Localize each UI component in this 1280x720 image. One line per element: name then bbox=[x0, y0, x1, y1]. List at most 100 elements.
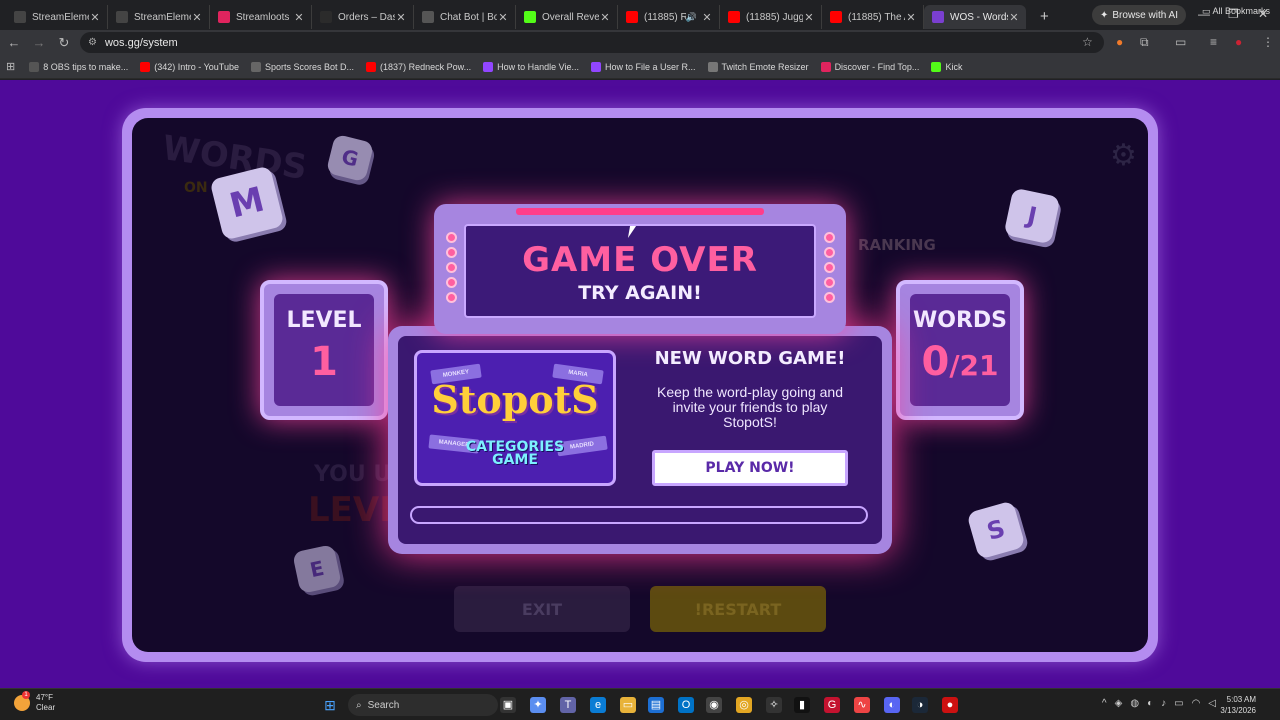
close-tab-icon[interactable]: ✕ bbox=[701, 11, 713, 24]
tray-app-icon[interactable]: ◍ bbox=[1130, 698, 1139, 709]
tile-letter: G bbox=[339, 144, 361, 172]
tab-3[interactable]: Orders – Dashb✕ bbox=[312, 5, 414, 29]
bookmark-item[interactable]: Discover - Find Top... bbox=[820, 61, 919, 72]
app-icon[interactable]: ✧ bbox=[766, 697, 782, 713]
weather-widget[interactable]: 1 47°F Clear bbox=[14, 691, 55, 713]
microphone-icon[interactable]: ♪ bbox=[1161, 698, 1166, 709]
obs-icon[interactable]: ◉ bbox=[706, 697, 722, 713]
game-viewport: WORDS ON STREAM RANKING YOU U LEVEL ⚙ EX… bbox=[0, 80, 1280, 688]
youtube-icon bbox=[728, 11, 740, 23]
tray-app-icon[interactable]: ◈ bbox=[1115, 698, 1123, 709]
all-bookmarks-label: All Bookmarks bbox=[1212, 6, 1270, 16]
bookmark-item[interactable]: (1837) Redneck Pow... bbox=[366, 61, 471, 72]
record-icon[interactable]: ● bbox=[942, 697, 958, 713]
bookmark-label: Twitch Emote Resizer bbox=[721, 61, 809, 72]
extensions-puzzle-icon[interactable]: ⧉ bbox=[1140, 35, 1149, 50]
bookmark-favicon-icon bbox=[251, 61, 261, 72]
close-tab-icon[interactable]: ✕ bbox=[191, 11, 203, 24]
kick-icon bbox=[524, 11, 536, 23]
bookmark-item[interactable]: 8 OBS tips to make... bbox=[29, 61, 128, 72]
close-tab-icon[interactable]: ✕ bbox=[497, 11, 509, 24]
tab-2[interactable]: Streamloots | Tr✕ bbox=[210, 5, 312, 29]
copilot-icon[interactable]: ✦ bbox=[530, 697, 546, 713]
discord-icon[interactable]: ◐ bbox=[884, 697, 900, 713]
all-bookmarks-button[interactable]: ▭ All Bookmarks bbox=[1202, 6, 1270, 17]
try-again-text: TRY AGAIN! bbox=[578, 282, 702, 304]
tab-8[interactable]: (11885) The Alt✕ bbox=[822, 5, 924, 29]
tab-1[interactable]: StreamElements✕ bbox=[108, 5, 210, 29]
back-icon[interactable]: ← bbox=[3, 35, 25, 50]
close-tab-icon[interactable]: ✕ bbox=[905, 11, 917, 24]
media-control-icon[interactable]: ≡ bbox=[1210, 35, 1217, 49]
clock[interactable]: 5:03 AM 3/13/2026 bbox=[1220, 694, 1256, 716]
browse-with-ai-button[interactable]: ✦ Browse with AI bbox=[1092, 5, 1186, 25]
wifi-icon[interactable]: ◠ bbox=[1192, 698, 1201, 709]
header-lights-right bbox=[824, 232, 836, 303]
words-found: 0 bbox=[921, 339, 950, 385]
menu-icon[interactable]: ⋮ bbox=[1262, 35, 1274, 49]
bookmark-favicon-icon bbox=[591, 61, 601, 72]
volume-icon[interactable]: ◁ bbox=[1208, 698, 1216, 709]
close-tab-icon[interactable]: ✕ bbox=[599, 11, 611, 24]
apps-grid-icon[interactable]: ⊞ bbox=[6, 60, 15, 73]
audio-app-icon[interactable]: ∿ bbox=[854, 697, 870, 713]
extension-icon[interactable]: ● bbox=[1116, 35, 1123, 49]
words-label: WORDS bbox=[912, 308, 1007, 333]
bookmark-item[interactable]: Sports Scores Bot D... bbox=[251, 61, 355, 72]
new-word-game-title: NEW WORD GAME! bbox=[654, 348, 846, 369]
new-tab-icon[interactable]: + bbox=[1040, 8, 1049, 25]
tray-chevron-icon[interactable]: ^ bbox=[1102, 698, 1107, 709]
tray-app-icon[interactable]: ◐ bbox=[1147, 698, 1153, 709]
start-icon[interactable]: ⊞ bbox=[322, 697, 338, 713]
play-now-button[interactable]: PLAY NOW! bbox=[652, 450, 848, 486]
edge-icon[interactable]: e bbox=[590, 697, 606, 713]
bookmark-item[interactable]: Kick bbox=[931, 61, 962, 72]
tab-0[interactable]: StreamElements✕ bbox=[6, 5, 108, 29]
tab-4[interactable]: Chat Bot | BotR✕ bbox=[414, 5, 516, 29]
sidepanel-icon[interactable]: ▭ bbox=[1175, 35, 1186, 49]
bookmark-item[interactable]: How to File a User R... bbox=[591, 61, 696, 72]
taskbar-search[interactable]: ⌕ Search bbox=[348, 694, 498, 716]
forward-icon[interactable]: → bbox=[28, 35, 50, 50]
close-tab-icon[interactable]: ✕ bbox=[293, 11, 305, 24]
reload-icon[interactable]: ↻ bbox=[53, 35, 75, 51]
system-tray: ^ ◈ ◍ ◐ ♪ ▭ ◠ ◁ bbox=[1102, 698, 1216, 709]
speaker-icon[interactable]: 🔊 bbox=[686, 12, 697, 23]
exit-button[interactable]: EXIT bbox=[454, 586, 630, 632]
steam-icon[interactable]: ◑ bbox=[912, 697, 928, 713]
terminal-icon[interactable]: ▮ bbox=[794, 697, 810, 713]
tab-5[interactable]: Overall Revenue✕ bbox=[516, 5, 618, 29]
tab-6[interactable]: (11885) Radi🔊 ✕ bbox=[618, 5, 720, 29]
outlook-icon[interactable]: O bbox=[678, 697, 694, 713]
bookmark-favicon-icon bbox=[931, 61, 942, 72]
profile-avatar[interactable]: ● bbox=[1235, 35, 1242, 49]
restart-button[interactable]: !RESTART bbox=[650, 586, 826, 632]
progress-bar bbox=[410, 506, 868, 524]
clock-time: 5:03 AM bbox=[1226, 695, 1256, 704]
stopots-promo-image[interactable]: MONKEY MARIA MANAGER MADRID StopotS CATE… bbox=[414, 350, 616, 486]
bookmark-item[interactable]: (342) Intro - YouTube bbox=[140, 61, 239, 72]
tab-9[interactable]: WOS - Words O✕ bbox=[924, 5, 1026, 29]
header-accent-bar bbox=[516, 208, 764, 215]
display-icon[interactable]: ▭ bbox=[1174, 698, 1183, 709]
wos-icon bbox=[932, 11, 944, 23]
bookmark-star-icon[interactable]: ☆ bbox=[1082, 35, 1093, 49]
site-info-icon[interactable]: ⚙ bbox=[88, 37, 97, 48]
bookmark-label: Sports Scores Bot D... bbox=[265, 61, 355, 72]
settings-gear-icon[interactable]: ⚙ bbox=[1110, 138, 1144, 172]
teams-icon[interactable]: T bbox=[560, 697, 576, 713]
close-tab-icon[interactable]: ✕ bbox=[89, 11, 101, 24]
task-view-icon[interactable]: ▣ bbox=[500, 697, 516, 713]
game-launcher-icon[interactable]: G bbox=[824, 697, 840, 713]
bookmark-item[interactable]: How to Handle Vie... bbox=[483, 61, 579, 72]
chrome-icon[interactable]: ◎ bbox=[736, 697, 752, 713]
tab-7[interactable]: (11885) Juggalo✕ bbox=[720, 5, 822, 29]
file-explorer-icon[interactable]: ▭ bbox=[620, 697, 636, 713]
close-tab-icon[interactable]: ✕ bbox=[395, 11, 407, 24]
bookmark-item[interactable]: Twitch Emote Resizer bbox=[707, 61, 809, 72]
letter-tile-e: E bbox=[292, 544, 342, 594]
store-icon[interactable]: ▤ bbox=[648, 697, 664, 713]
close-tab-icon[interactable]: ✕ bbox=[1008, 11, 1020, 24]
close-tab-icon[interactable]: ✕ bbox=[803, 11, 815, 24]
address-bar[interactable]: ⚙ wos.gg/system bbox=[80, 32, 1104, 53]
